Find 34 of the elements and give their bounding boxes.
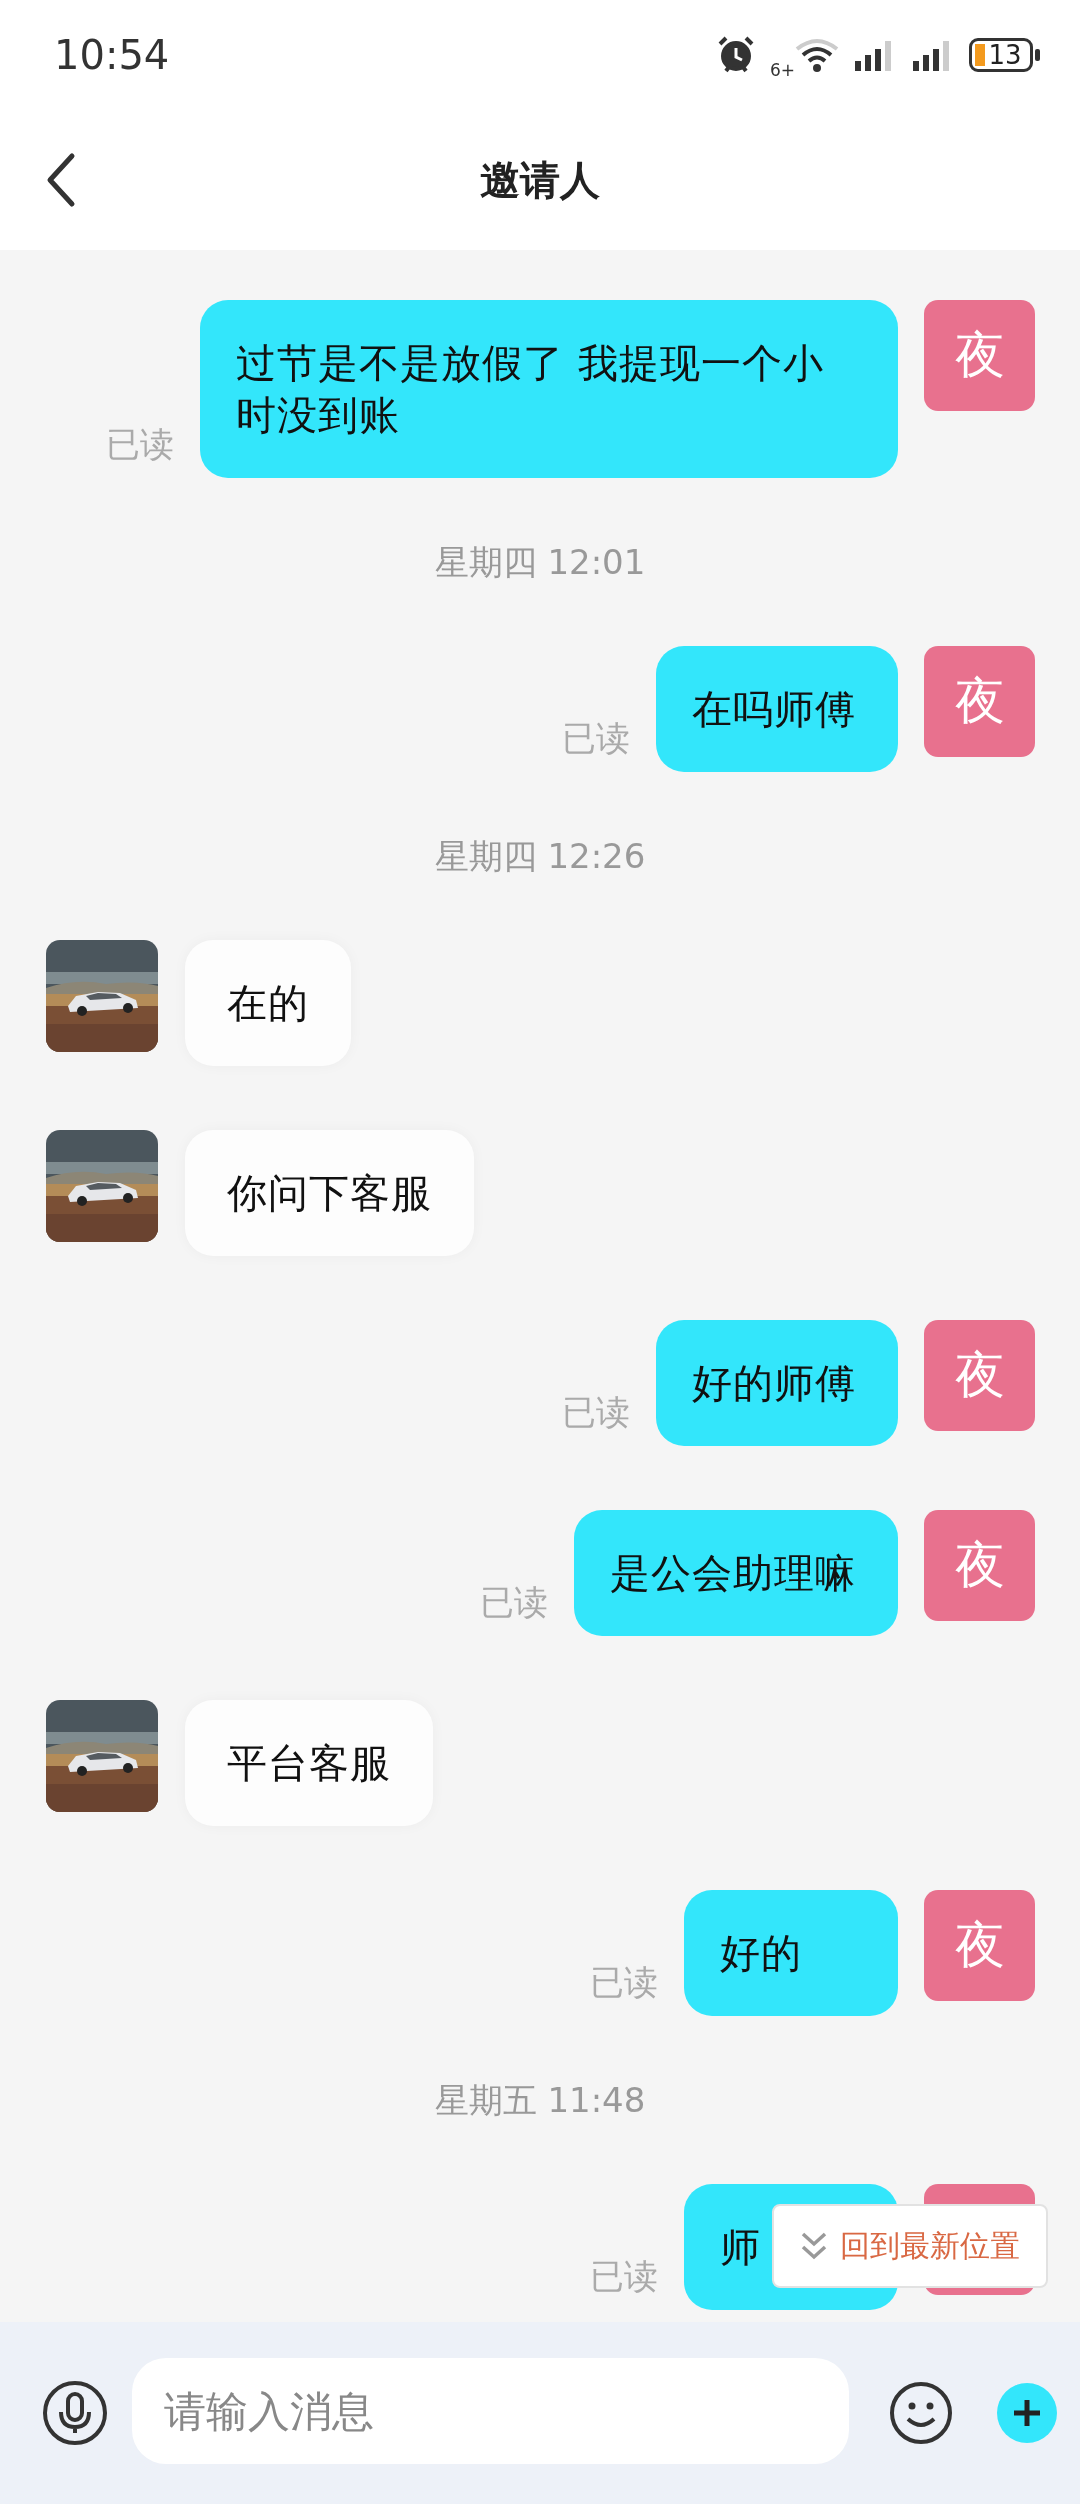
chat-title: 邀请人 — [480, 155, 600, 205]
status-time: 10:54 — [54, 32, 170, 78]
message-bubble: 是公会助理嘛 — [574, 1510, 898, 1636]
wifi-icon — [795, 37, 839, 73]
message-input-field[interactable]: 请输入消息 — [132, 2358, 849, 2464]
read-receipt: 已读 — [590, 2255, 658, 2298]
message-bubble: 好的师傅 — [656, 1320, 898, 1446]
read-receipt: 已读 — [562, 1391, 630, 1434]
microphone-icon[interactable] — [42, 2380, 108, 2446]
message-bubble: 过节是不是放假了 我提现一个小时没到账 — [200, 300, 898, 478]
avatar[interactable]: 夜 — [924, 646, 1035, 757]
read-receipt: 已读 — [106, 423, 174, 466]
message-bubble: 在的 — [185, 940, 351, 1066]
message-bubble: 平台客服 — [185, 1700, 433, 1826]
message-bubble: 你问下客服 — [185, 1130, 474, 1256]
smiley-icon[interactable] — [889, 2381, 953, 2445]
timestamp: 星期五 11:48 — [433, 2080, 647, 2120]
message-bubble: 好的 — [684, 1890, 898, 2016]
battery-indicator: 13 — [969, 38, 1033, 72]
plus-icon[interactable] — [997, 2383, 1057, 2443]
read-receipt: 已读 — [590, 1961, 658, 2004]
message-bubble: 在吗师傅 — [656, 646, 898, 772]
jump-to-latest-toast[interactable]: 回到最新位置 — [772, 2204, 1048, 2288]
read-receipt: 已读 — [480, 1581, 548, 1624]
timestamp: 星期四 12:01 — [433, 542, 647, 582]
read-receipt: 已读 — [562, 717, 630, 760]
avatar[interactable]: 夜 — [924, 300, 1035, 411]
avatar[interactable]: 夜 — [924, 1320, 1035, 1431]
network-type-text: 6+ — [769, 60, 795, 80]
double-chevron-down-icon — [800, 2231, 828, 2261]
timestamp: 星期四 12:26 — [433, 836, 647, 876]
avatar[interactable]: 夜 — [924, 1890, 1035, 2001]
avatar[interactable]: 夜 — [924, 1510, 1035, 1621]
battery-tip-icon — [1035, 49, 1040, 61]
